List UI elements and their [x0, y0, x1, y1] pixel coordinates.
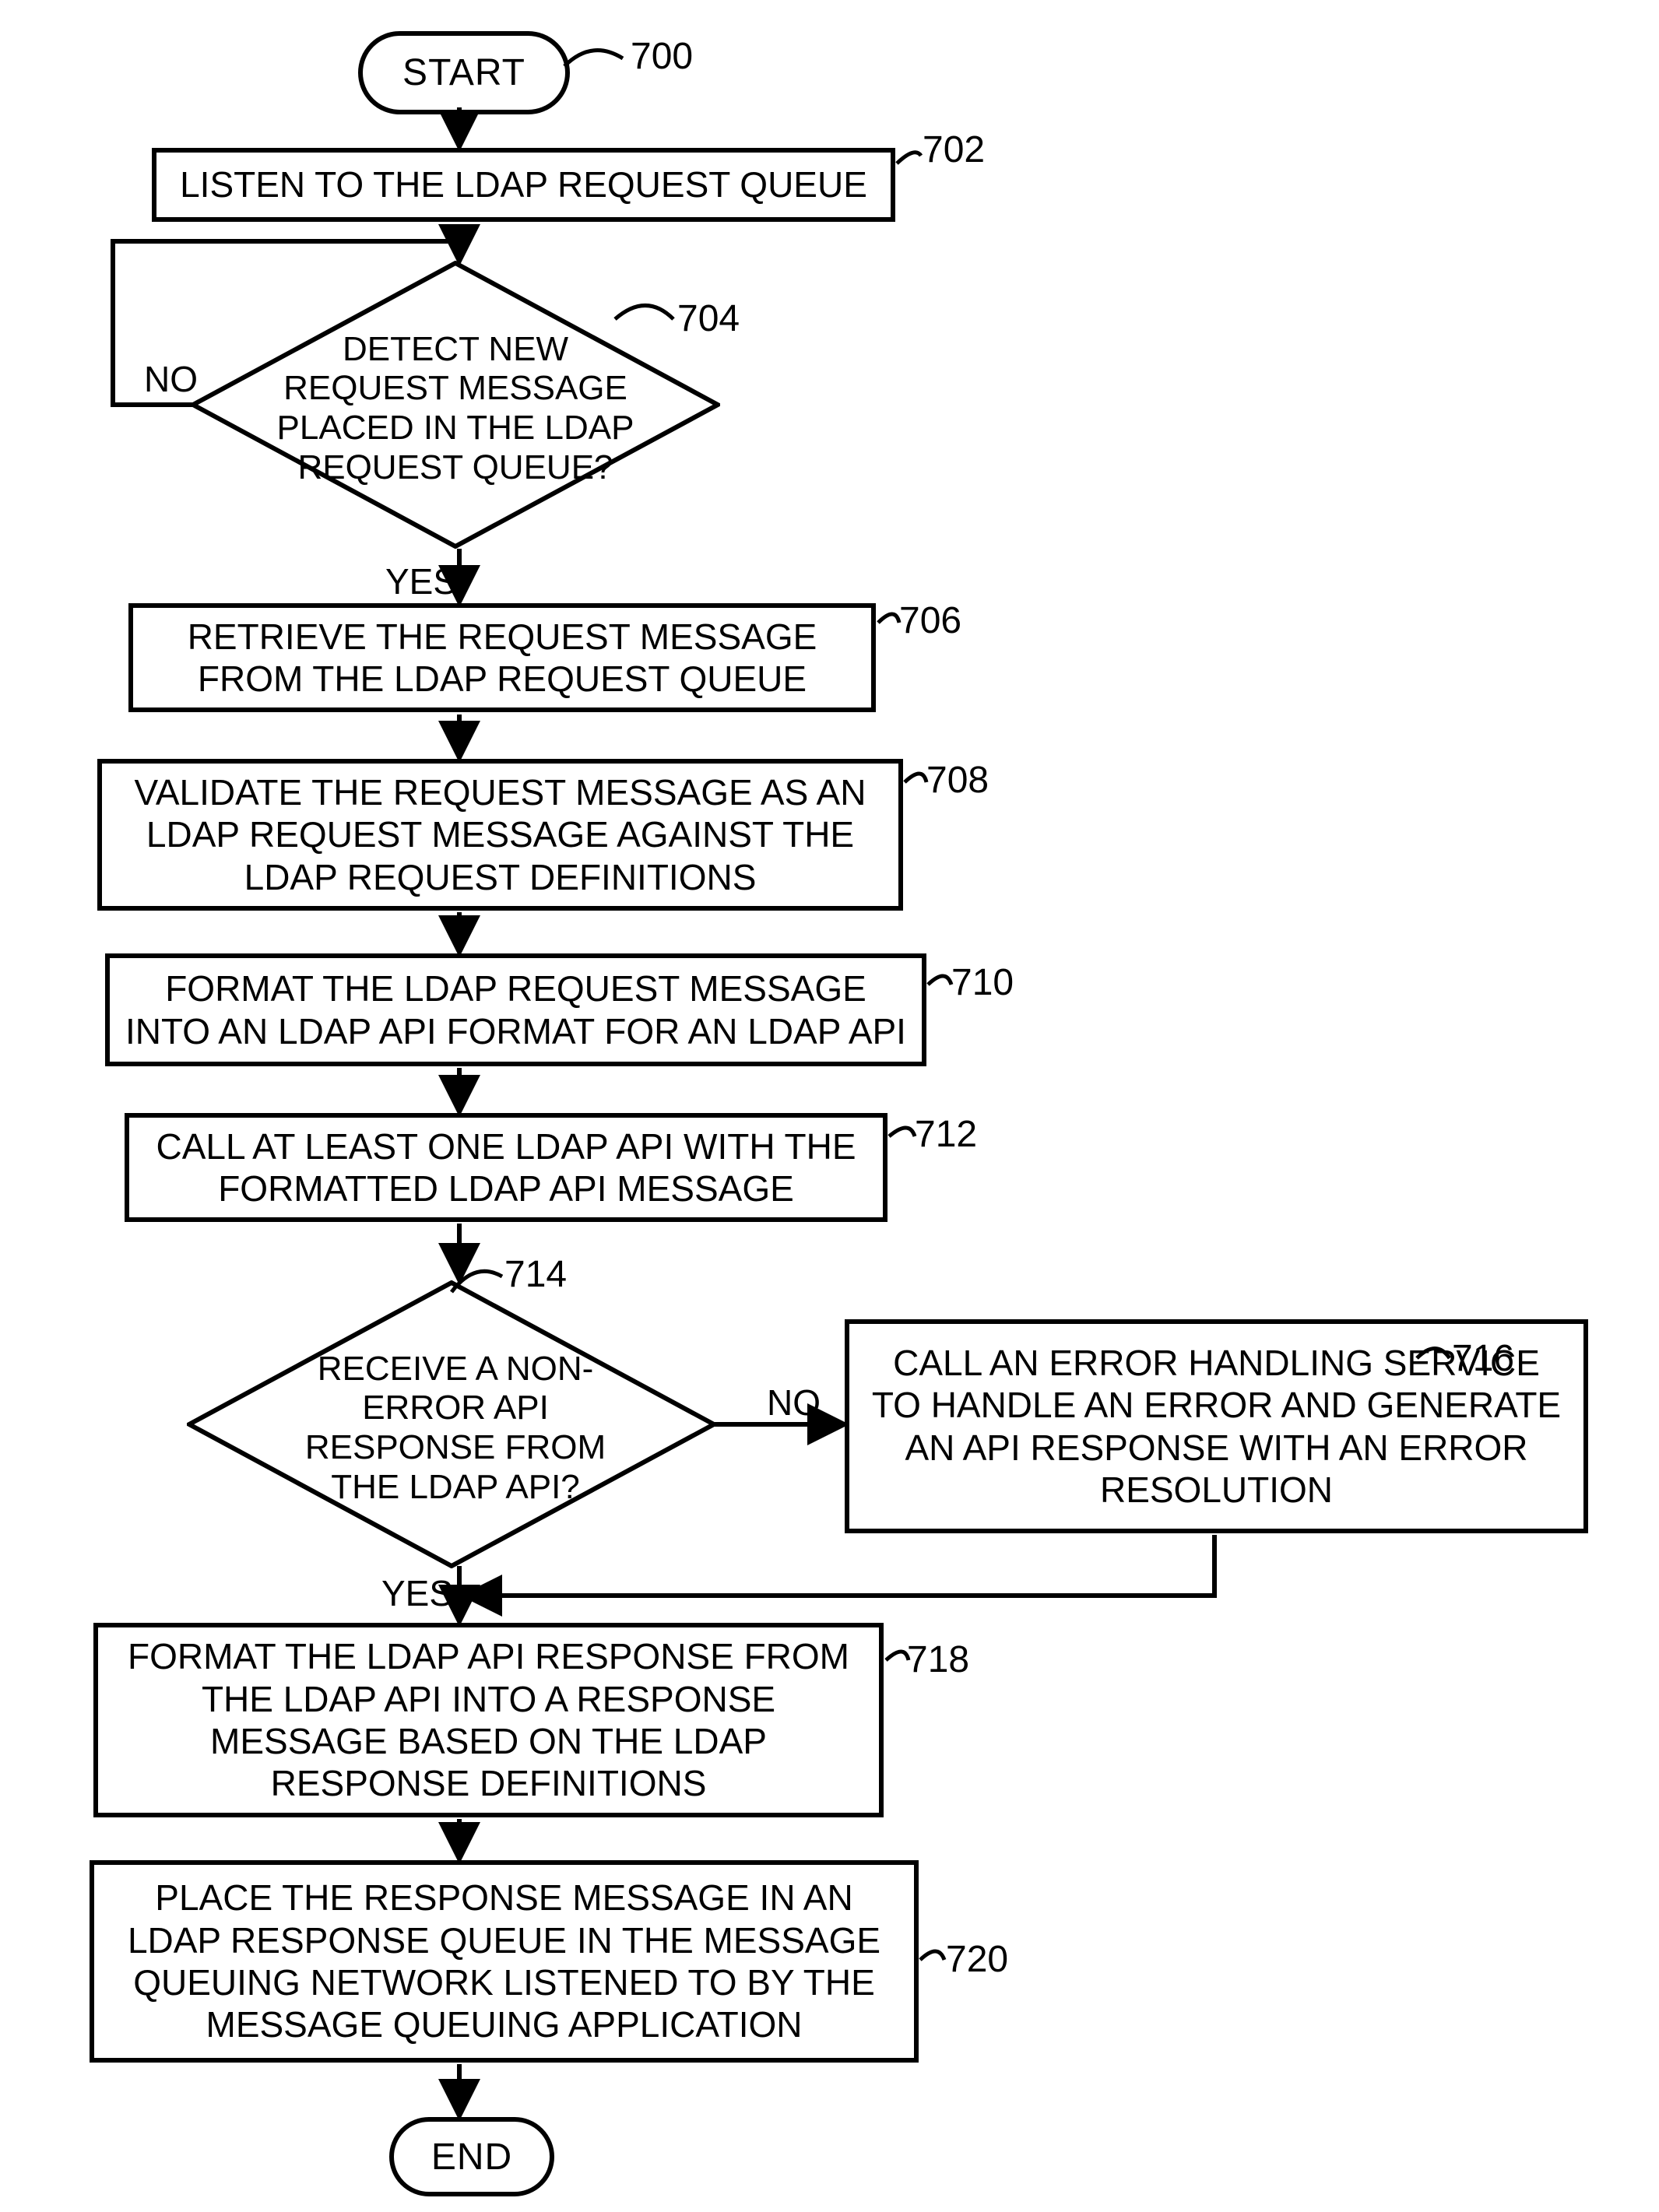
process-720-text: PLACE THE RESPONSE MESSAGE IN AN LDAP RE…	[110, 1877, 898, 2045]
decision-704	[191, 261, 720, 549]
start-label: START	[402, 51, 525, 94]
process-706-text: RETRIEVE THE REQUEST MESSAGE FROM THE LD…	[149, 616, 856, 700]
decision-714	[187, 1280, 716, 1568]
ref-702: 702	[923, 128, 985, 171]
flowchart-canvas: START LISTEN TO THE LDAP REQUEST QUEUE D…	[0, 0, 1659, 2212]
process-708-text: VALIDATE THE REQUEST MESSAGE AS AN LDAP …	[118, 771, 883, 898]
label-714-no: NO	[767, 1382, 821, 1424]
label-704-no: NO	[144, 358, 198, 400]
ref-700: 700	[631, 35, 693, 78]
process-702-text: LISTEN TO THE LDAP REQUEST QUEUE	[180, 163, 867, 205]
start-terminator: START	[358, 31, 570, 114]
process-710: FORMAT THE LDAP REQUEST MESSAGE INTO AN …	[105, 953, 926, 1066]
ref-712: 712	[915, 1113, 977, 1156]
ref-716: 716	[1452, 1337, 1514, 1380]
end-terminator: END	[389, 2117, 554, 2196]
process-702: LISTEN TO THE LDAP REQUEST QUEUE	[152, 148, 895, 222]
process-718-text: FORMAT THE LDAP API RESPONSE FROM THE LD…	[114, 1635, 863, 1804]
process-712: CALL AT LEAST ONE LDAP API WITH THE FORM…	[125, 1113, 887, 1222]
end-label: END	[431, 2136, 512, 2179]
process-708: VALIDATE THE REQUEST MESSAGE AS AN LDAP …	[97, 759, 903, 911]
ref-720: 720	[946, 1938, 1008, 1981]
process-706: RETRIEVE THE REQUEST MESSAGE FROM THE LD…	[128, 603, 876, 712]
ref-704: 704	[677, 297, 740, 340]
label-714-yes: YES	[381, 1572, 453, 1614]
process-718: FORMAT THE LDAP API RESPONSE FROM THE LD…	[93, 1623, 884, 1817]
ref-710: 710	[951, 961, 1014, 1004]
ref-708: 708	[926, 759, 989, 802]
ref-718: 718	[907, 1638, 969, 1681]
label-704-yes: YES	[385, 560, 457, 602]
process-712-text: CALL AT LEAST ONE LDAP API WITH THE FORM…	[145, 1125, 867, 1210]
ref-706: 706	[899, 599, 961, 642]
process-710-text: FORMAT THE LDAP REQUEST MESSAGE INTO AN …	[125, 967, 906, 1052]
process-720: PLACE THE RESPONSE MESSAGE IN AN LDAP RE…	[90, 1860, 919, 2063]
ref-714: 714	[504, 1253, 567, 1296]
